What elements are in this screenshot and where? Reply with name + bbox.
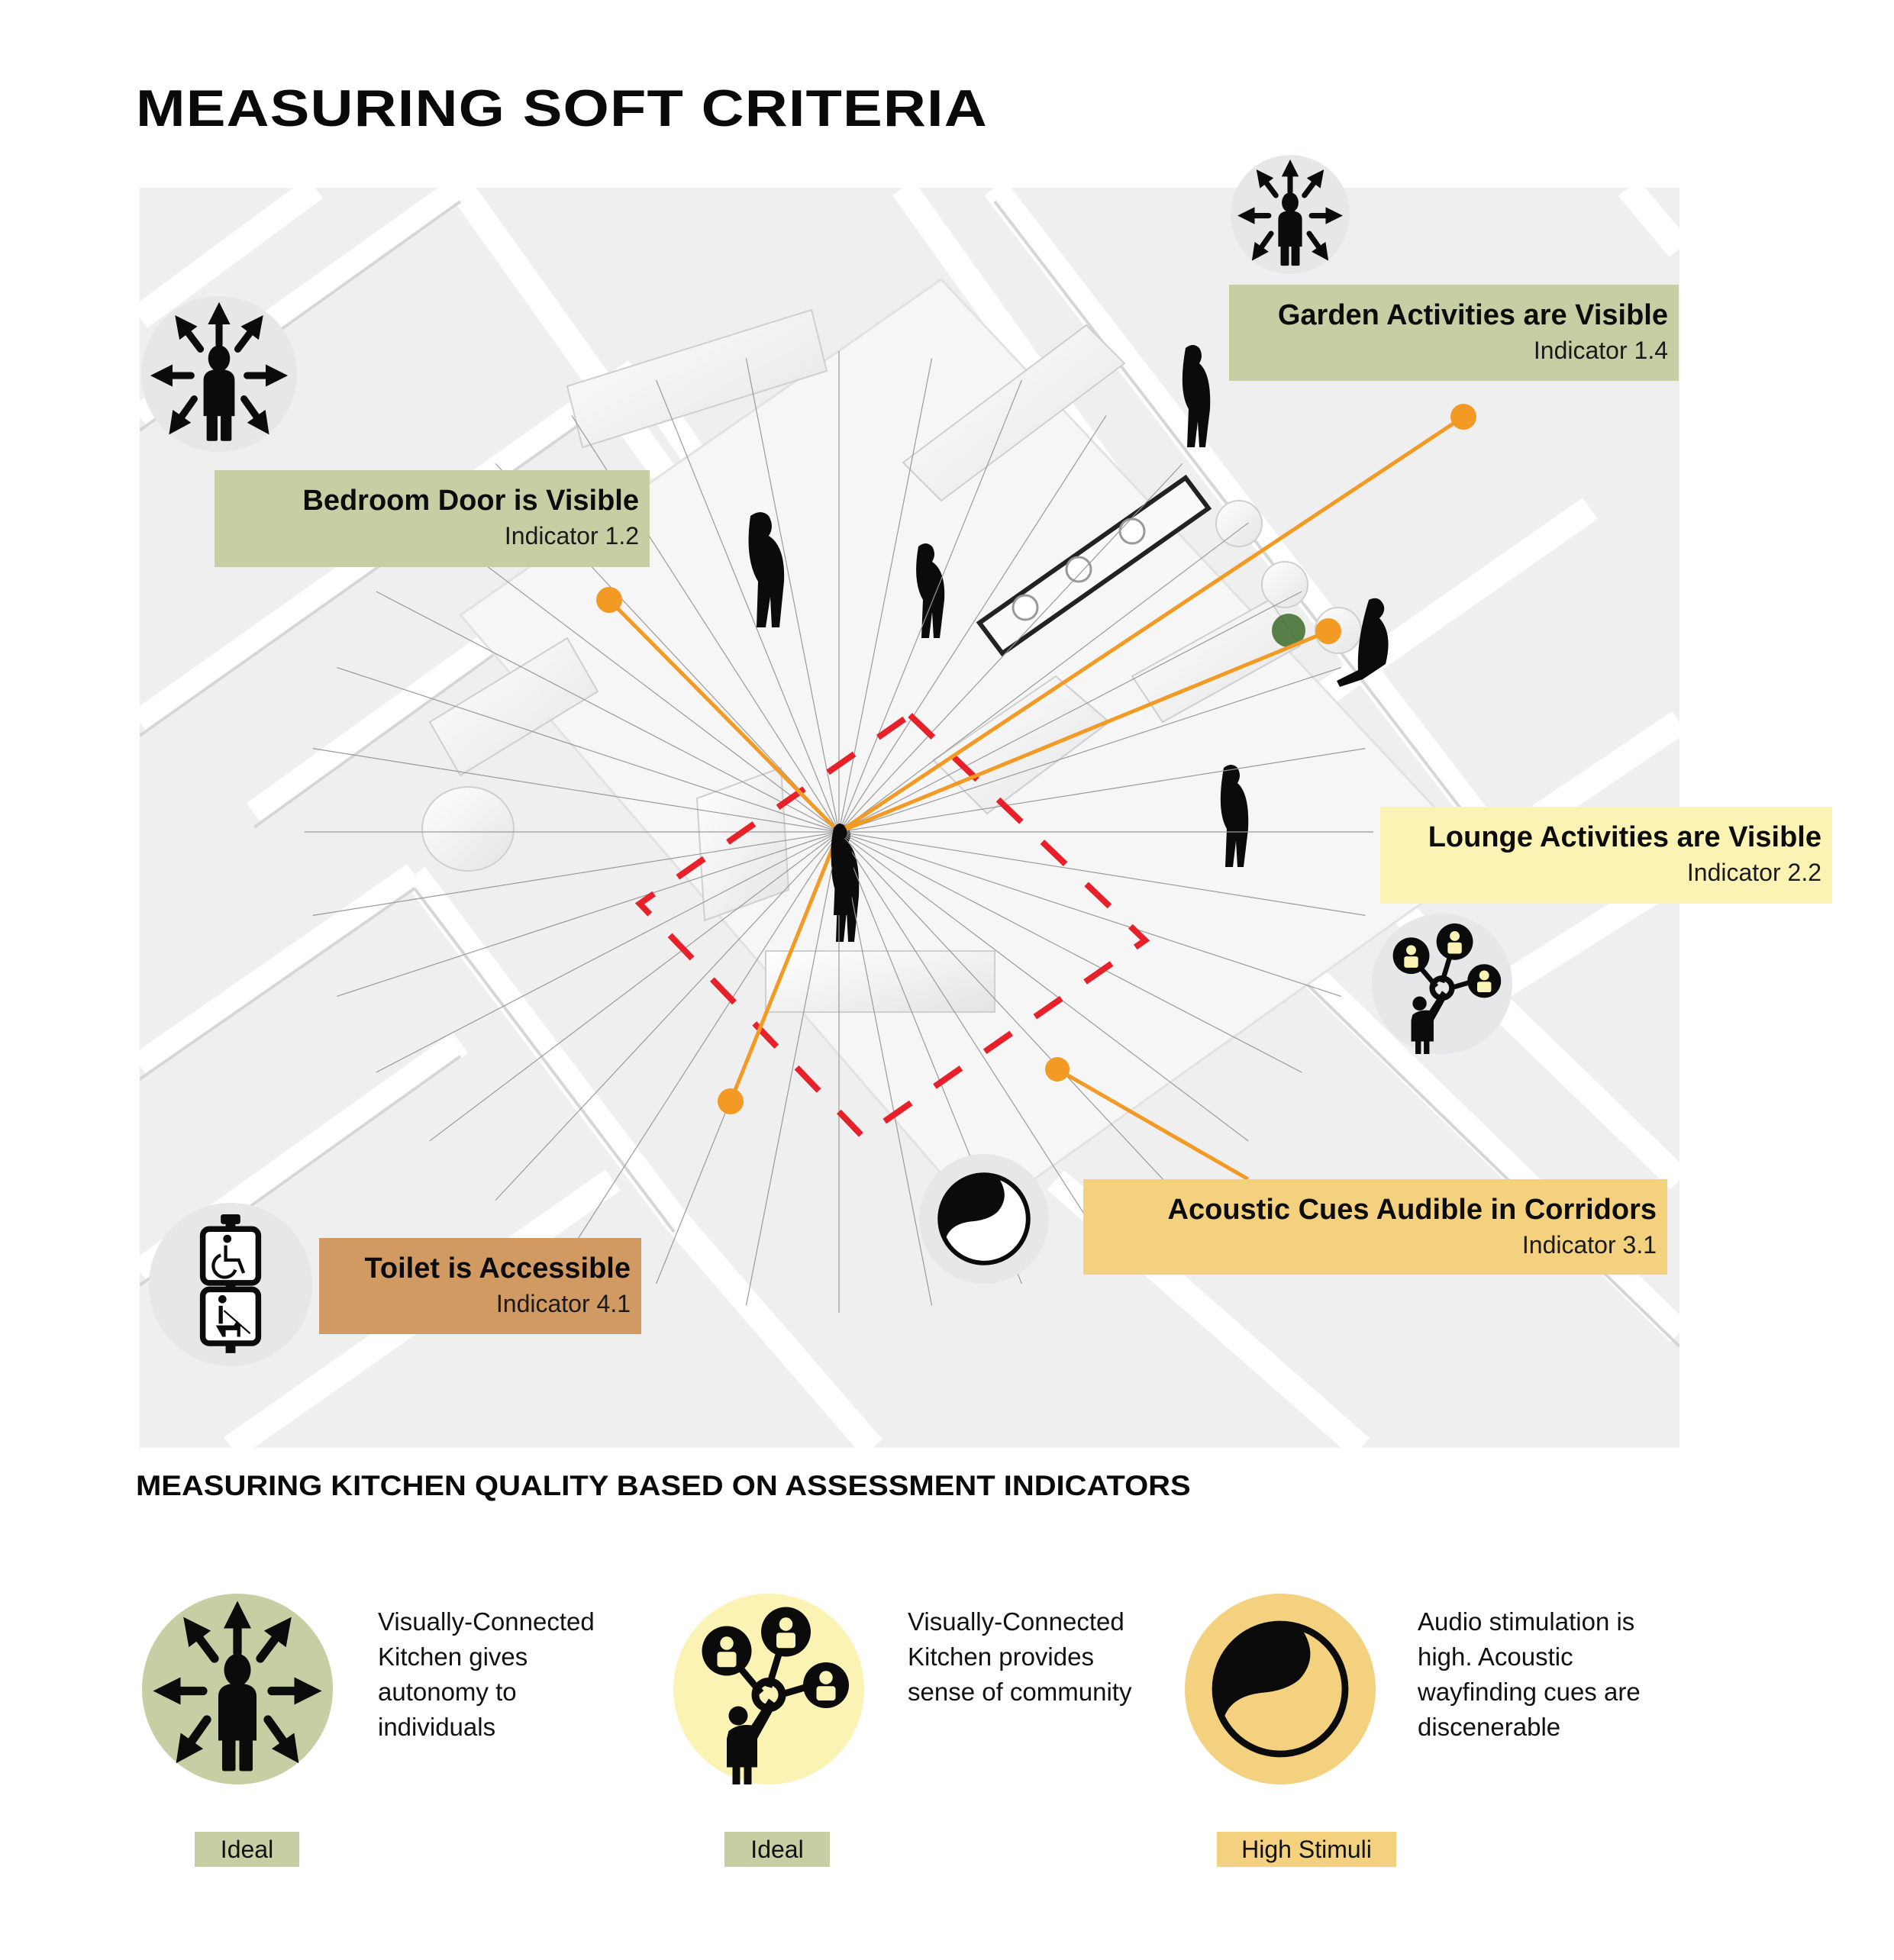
plant bbox=[1272, 614, 1305, 647]
legend-community-description: Visually-Connected Kitchen provides sens… bbox=[908, 1607, 1132, 1706]
lounge-icon-circle bbox=[1372, 914, 1512, 1054]
legend-autonomy-description: Visually-Connected Kitchen gives autonom… bbox=[378, 1607, 595, 1741]
toilet-icon-circle bbox=[149, 1203, 312, 1366]
accessibility-sign-icon bbox=[149, 1203, 312, 1366]
acoustic-swirl-icon bbox=[1185, 1594, 1376, 1784]
indicator-label-lounge: Lounge Activities are Visible Indicator … bbox=[1380, 807, 1832, 904]
community-network-icon bbox=[673, 1594, 864, 1784]
indicator-title: Garden Activities are Visible bbox=[1277, 299, 1668, 331]
acoustic-swirl-icon bbox=[919, 1154, 1049, 1284]
page-title: MEASURING SOFT CRITERIA bbox=[136, 79, 988, 137]
legend-acoustic-description: Audio stimulation is high. Acoustic wayf… bbox=[1418, 1607, 1641, 1741]
legend-acoustic-circle bbox=[1185, 1594, 1376, 1784]
person-radiating-arrows-icon bbox=[141, 296, 297, 452]
indicator-title: Acoustic Cues Audible in Corridors bbox=[1167, 1194, 1657, 1226]
indicator-label-bedroom: Bedroom Door is Visible Indicator 1.2 bbox=[215, 470, 650, 567]
person-radiating-arrows-icon bbox=[1231, 155, 1350, 274]
indicator-title: Bedroom Door is Visible bbox=[302, 485, 639, 517]
indicator-label-acoustic: Acoustic Cues Audible in Corridors Indic… bbox=[1083, 1179, 1667, 1275]
indicator-number: Indicator 3.1 bbox=[1521, 1230, 1657, 1259]
legend-community-circle bbox=[673, 1594, 864, 1784]
legend-community-rating-badge: Ideal bbox=[724, 1832, 830, 1867]
indicator-number: Indicator 1.2 bbox=[504, 521, 639, 550]
person-radiating-arrows-icon bbox=[142, 1594, 333, 1784]
indicator-label-garden: Garden Activities are Visible Indicator … bbox=[1229, 285, 1679, 381]
legend-autonomy-circle bbox=[142, 1594, 333, 1784]
section-subtitle: MEASURING KITCHEN QUALITY BASED ON ASSES… bbox=[136, 1470, 1191, 1501]
indicator-label-toilet: Toilet is Accessible Indicator 4.1 bbox=[319, 1238, 641, 1334]
indicator-number: Indicator 1.4 bbox=[1533, 336, 1668, 364]
bedroom-icon-circle bbox=[141, 296, 297, 452]
indicator-title: Lounge Activities are Visible bbox=[1428, 821, 1821, 853]
legend-autonomy-rating-badge: Ideal bbox=[195, 1832, 299, 1867]
legend-acoustic-rating-badge: High Stimuli bbox=[1217, 1832, 1396, 1867]
garden-icon-circle bbox=[1231, 155, 1350, 274]
indicator-title: Toilet is Accessible bbox=[364, 1252, 631, 1285]
indicator-number: Indicator 4.1 bbox=[495, 1289, 631, 1317]
acoustic-icon-circle bbox=[919, 1154, 1049, 1284]
community-network-icon bbox=[1372, 914, 1512, 1054]
indicator-number: Indicator 2.2 bbox=[1686, 858, 1821, 886]
